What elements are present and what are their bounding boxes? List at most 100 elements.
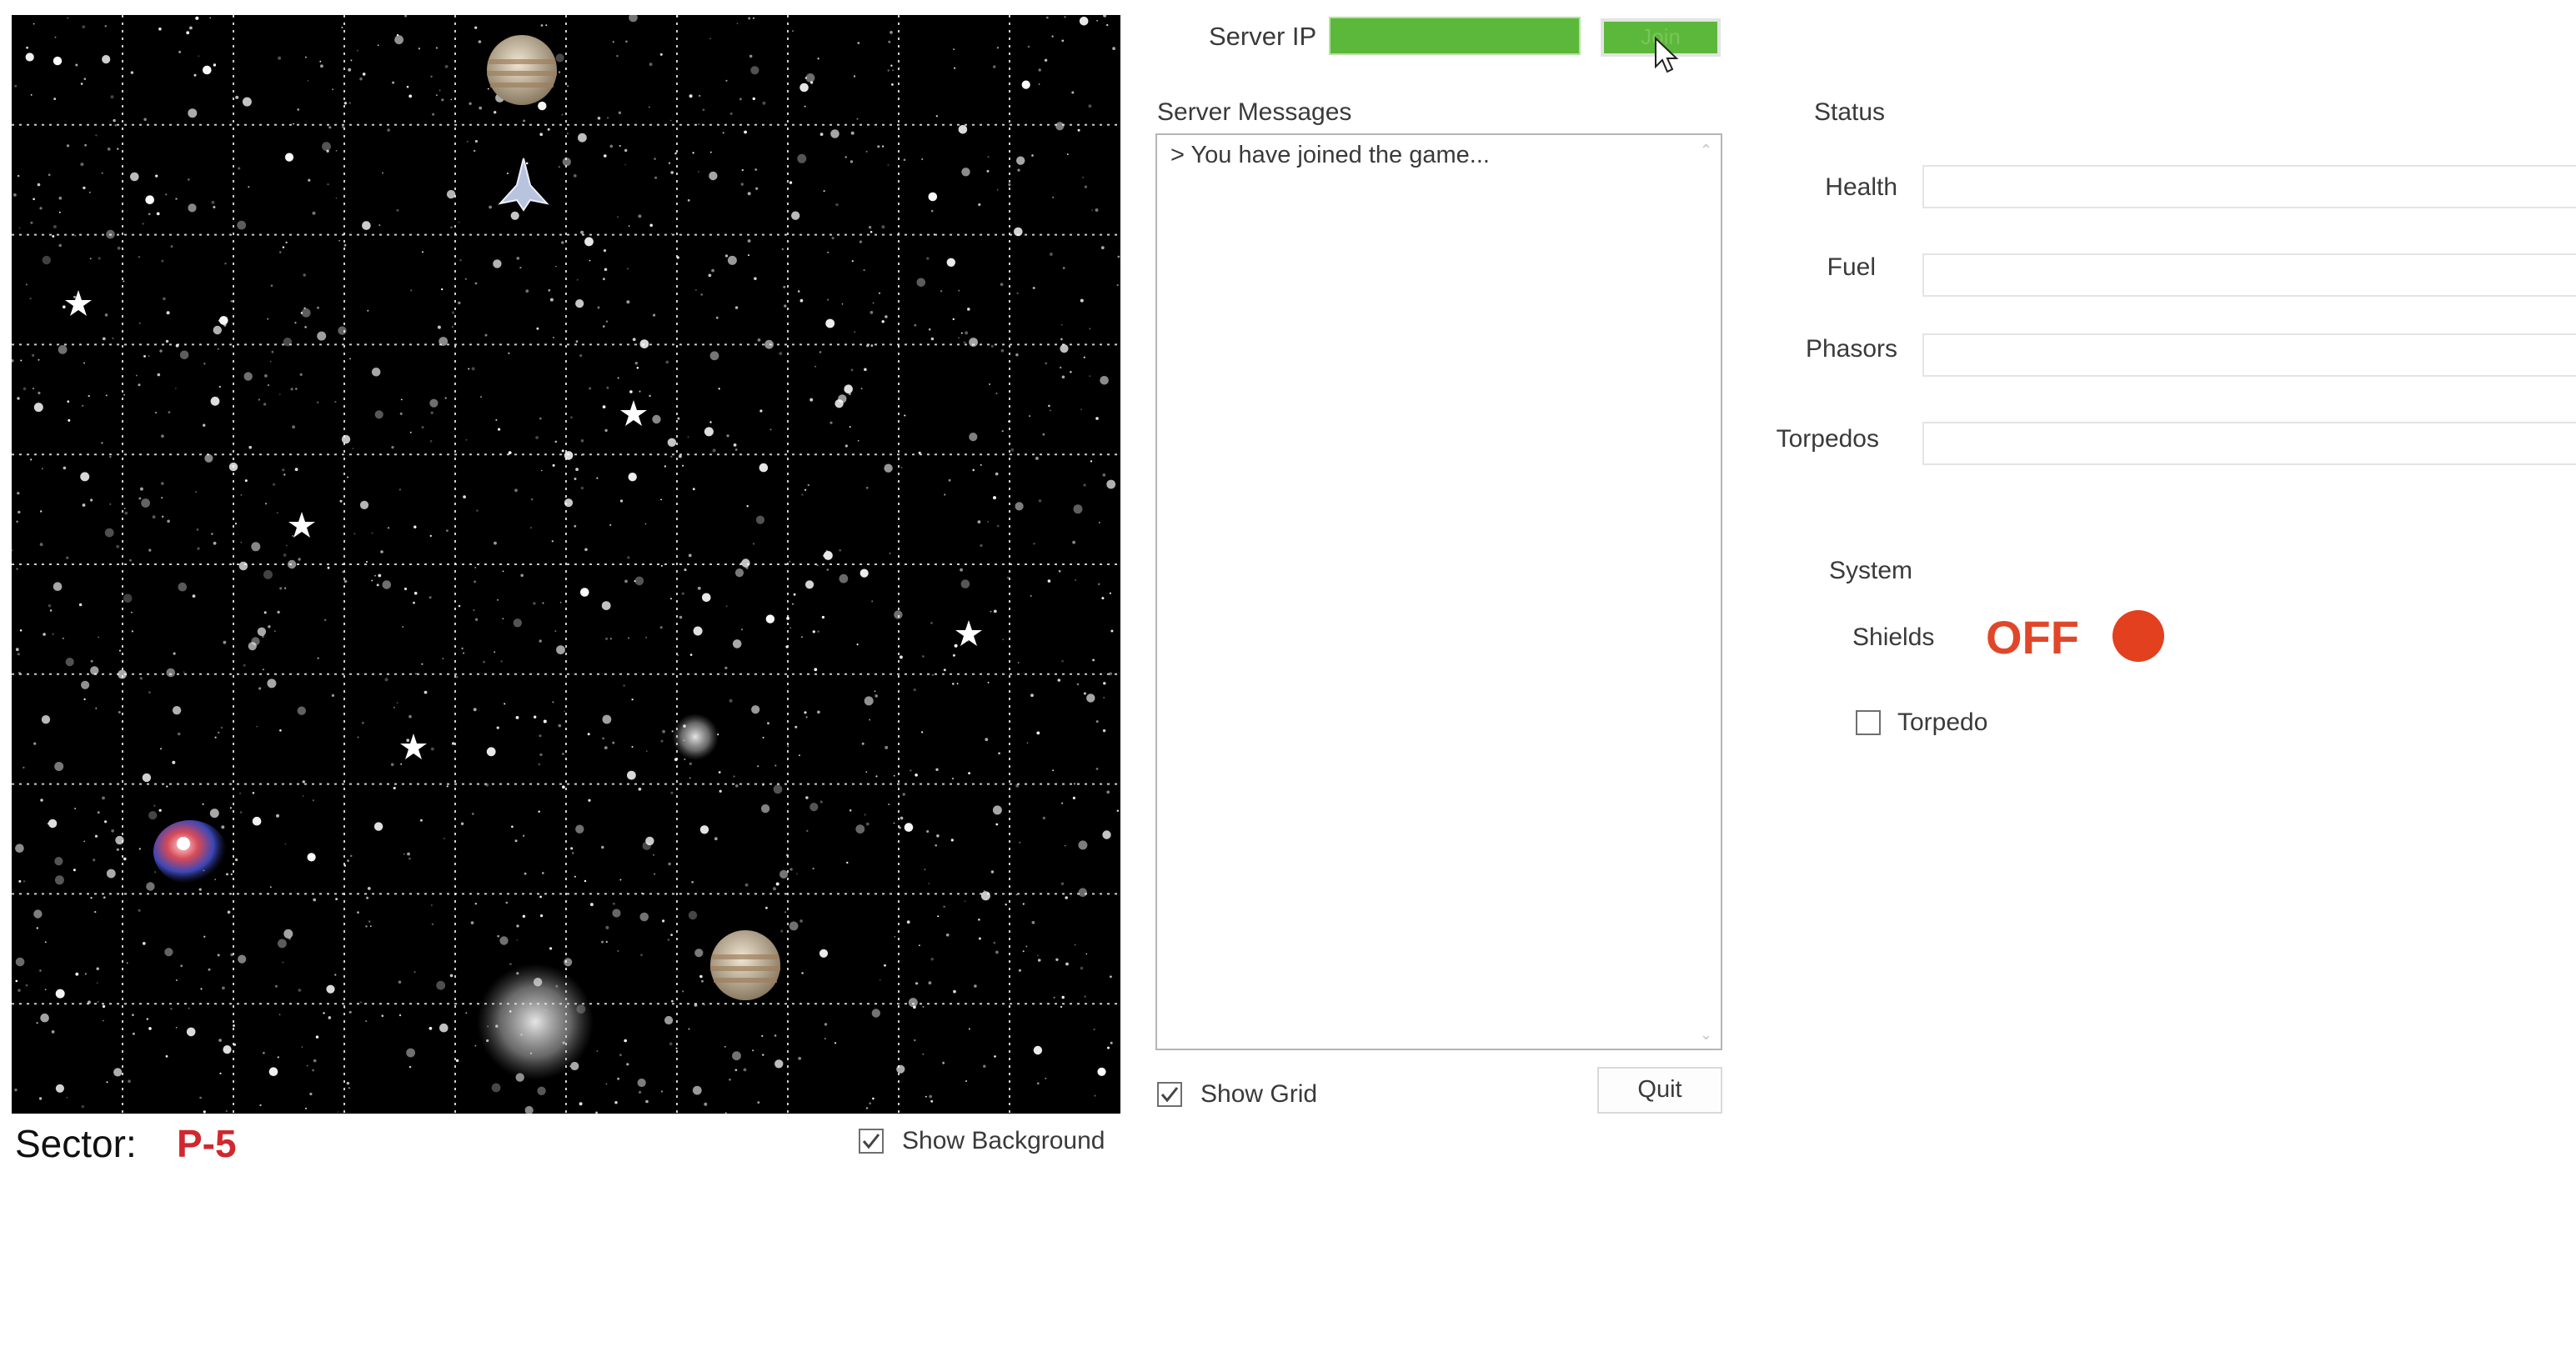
background-star [561, 113, 564, 116]
server-messages-log[interactable]: > You have joined the game... ⌃ ⌄ [1155, 133, 1722, 1050]
background-star [689, 777, 691, 779]
background-star [684, 568, 687, 572]
background-star [444, 397, 447, 399]
background-star [66, 144, 70, 148]
shields-indicator-light[interactable] [2112, 610, 2164, 662]
background-star [812, 867, 814, 870]
background-star [104, 313, 108, 317]
background-star [708, 273, 712, 278]
background-star [784, 304, 787, 308]
background-star [752, 1049, 754, 1052]
background-star [303, 273, 307, 277]
background-star [539, 639, 542, 643]
background-star [996, 188, 999, 191]
torpedo-checkbox[interactable] [1856, 710, 1881, 735]
background-star [14, 1088, 18, 1092]
background-star [884, 964, 886, 967]
show-background-checkbox[interactable] [859, 1129, 884, 1154]
game-map[interactable] [12, 15, 1120, 1114]
background-star [396, 208, 399, 212]
background-star [161, 482, 164, 485]
background-star [864, 814, 866, 816]
scroll-down-arrow-icon[interactable]: ⌄ [1700, 1026, 1712, 1044]
background-star [82, 503, 86, 507]
background-star [114, 123, 117, 127]
background-star [691, 881, 694, 884]
background-star [334, 401, 337, 403]
background-star [670, 455, 673, 458]
background-star [865, 486, 869, 489]
background-star [1050, 409, 1051, 412]
planet-jupiter-bottom[interactable] [710, 930, 780, 1000]
background-star [930, 958, 934, 961]
background-star [1030, 694, 1034, 698]
background-star [539, 133, 543, 136]
background-star [496, 726, 499, 729]
background-star [664, 1015, 674, 1025]
background-star [1095, 417, 1099, 420]
background-star [930, 1099, 934, 1103]
background-star [248, 186, 250, 188]
background-star [638, 787, 642, 791]
quit-button[interactable]: Quit [1597, 1067, 1722, 1114]
background-star [12, 359, 14, 363]
background-star [138, 383, 141, 387]
background-star [298, 989, 302, 992]
enemy-ship-icon[interactable] [153, 820, 227, 884]
background-star [995, 392, 998, 395]
background-star [323, 1012, 325, 1014]
background-star [74, 234, 77, 237]
background-star [649, 63, 653, 67]
background-star [830, 129, 839, 138]
background-star [67, 400, 70, 403]
background-star [603, 278, 605, 281]
background-star [226, 873, 228, 876]
background-star [596, 477, 599, 479]
background-star [725, 79, 728, 82]
background-star [42, 255, 51, 265]
background-star [387, 527, 390, 529]
background-star [891, 83, 894, 86]
background-star [946, 258, 956, 267]
background-star [513, 618, 522, 628]
background-star [555, 265, 557, 268]
background-star [369, 925, 372, 928]
background-star [652, 414, 661, 424]
background-star [309, 1092, 313, 1096]
background-star [664, 465, 667, 468]
background-star [1110, 1041, 1113, 1044]
background-star [562, 785, 565, 789]
background-star [575, 340, 579, 343]
background-star [864, 696, 874, 706]
background-star [554, 630, 557, 633]
background-star [408, 857, 411, 860]
background-star [709, 421, 712, 423]
background-star [741, 558, 750, 568]
background-star [801, 972, 804, 974]
show-grid-checkbox[interactable] [1157, 1082, 1182, 1107]
background-star [539, 417, 542, 420]
background-star [570, 847, 574, 850]
background-star [856, 643, 859, 646]
background-star [1015, 502, 1024, 511]
background-star [302, 795, 304, 797]
background-star [1045, 362, 1048, 365]
background-star [829, 421, 833, 424]
background-star [732, 1051, 741, 1061]
background-star [235, 858, 238, 862]
shields-label: Shields [1852, 623, 1935, 651]
background-star [624, 163, 626, 166]
background-star [229, 807, 232, 809]
background-star [90, 897, 93, 899]
planet-jupiter-top[interactable] [487, 35, 557, 105]
scroll-up-arrow-icon[interactable]: ⌃ [1700, 142, 1712, 159]
background-star [861, 742, 865, 745]
background-star [1047, 579, 1051, 583]
player-ship-icon[interactable] [498, 158, 549, 212]
background-star [237, 220, 247, 230]
background-star [846, 861, 849, 864]
background-star [900, 816, 904, 820]
background-star [951, 777, 955, 780]
background-star [403, 853, 405, 855]
server-ip-input[interactable] [1329, 17, 1581, 55]
